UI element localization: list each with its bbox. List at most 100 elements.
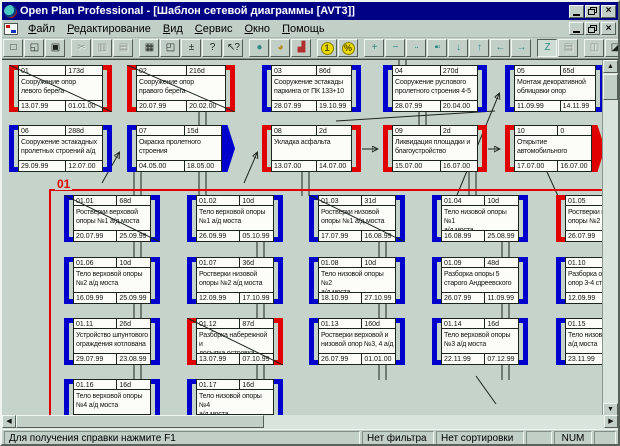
external-window-button[interactable]: ◪ bbox=[605, 39, 620, 57]
move-down-icon: ↓ bbox=[456, 43, 460, 53]
task-box[interactable]: 0715dОкраска пролетного строения04.05.00… bbox=[127, 125, 235, 172]
bracket-left-icon bbox=[64, 318, 73, 365]
task-start-date: 20.07.99 bbox=[137, 101, 187, 111]
cut-icon: ✂ bbox=[77, 43, 84, 53]
title-bar: Open Plan Professional - [Шаблон сетевой… bbox=[2, 2, 618, 20]
task-name: Ростверки низовой опоры №1 а/д моста bbox=[319, 206, 395, 230]
update-button[interactable]: ± bbox=[181, 39, 201, 57]
document-icon[interactable] bbox=[4, 23, 18, 35]
vertical-scrollbar[interactable]: ▲ ▼ bbox=[603, 60, 618, 416]
task-start-date: 16.09.99 bbox=[74, 293, 117, 303]
task-id: 01.14 bbox=[442, 319, 485, 328]
task-box[interactable]: 01.1416dТело верховой опоры №3 а/д моста… bbox=[432, 318, 528, 365]
task-box[interactable]: 01.15Тело низовой опоры а/д моста23.11.9… bbox=[556, 318, 603, 365]
vertical-scroll-thumb[interactable] bbox=[603, 74, 618, 100]
move-down-button[interactable]: ↓ bbox=[448, 39, 468, 57]
task-box[interactable]: 01.0168dРостверки верховой опоры №1 а/д … bbox=[64, 195, 160, 242]
task-box[interactable]: 092dЛиквидация площадки и благоустройств… bbox=[383, 125, 487, 172]
task-box[interactable]: 01.0210dТело верховой опоры №1 а/д моста… bbox=[187, 195, 283, 242]
copy-button: ▥ bbox=[92, 39, 112, 57]
task-box[interactable]: 01.0948dРазборка опоры 5 старого Андреев… bbox=[432, 257, 528, 304]
task-box[interactable]: 01.1616dТело верховой опоры №4 а/д моста… bbox=[64, 379, 160, 415]
histogram-button[interactable]: ▟ bbox=[291, 39, 311, 57]
task-body: 01.1416dТело верховой опоры №3 а/д моста… bbox=[441, 318, 519, 365]
save-button[interactable]: ▣ bbox=[45, 39, 65, 57]
menu-service[interactable]: Сервис bbox=[189, 22, 239, 36]
task-box[interactable]: 0386dСооружение эстакады паркинга от ПК … bbox=[262, 65, 361, 112]
task-duration: 68d bbox=[117, 196, 150, 205]
select-tool-button[interactable]: ● bbox=[249, 39, 269, 57]
link-button[interactable]: ∙∙ bbox=[406, 39, 426, 57]
scroll-up-button[interactable]: ▲ bbox=[603, 60, 618, 73]
menu-window[interactable]: Окно bbox=[238, 22, 276, 36]
menu-edit[interactable]: Редактирование bbox=[61, 22, 157, 36]
task-box[interactable]: 01.10Разборка оставшихся опор 3-4 старог… bbox=[556, 257, 603, 304]
restore-button[interactable] bbox=[585, 5, 600, 18]
unlink-button[interactable]: ▪▫ bbox=[427, 39, 447, 57]
task-start-date: 26.07.99 bbox=[319, 354, 362, 364]
print-preview-button[interactable]: ◰ bbox=[160, 39, 180, 57]
task-box[interactable]: 01.0736dРостверки низовой опоры №2 а/д м… bbox=[187, 257, 283, 304]
task-duration: 0 bbox=[558, 126, 591, 135]
horizontal-scrollbar[interactable]: ◀ ▶ bbox=[2, 415, 618, 429]
horizontal-scroll-thumb[interactable] bbox=[16, 415, 264, 428]
task-box[interactable]: 082dУкладка асфальта13.07.0014.07.00 bbox=[262, 125, 361, 172]
print-preview-icon: ◰ bbox=[166, 43, 174, 53]
bracket-left-icon bbox=[262, 65, 271, 112]
task-box[interactable]: 01.0331dРостверки низовой опоры №1 а/д м… bbox=[309, 195, 405, 242]
close-button[interactable]: × bbox=[601, 5, 616, 18]
task-box[interactable]: 06288dСооружение эстакадных пролетных ст… bbox=[9, 125, 112, 172]
task-box[interactable]: 04270dСооружение руслового пролетного ст… bbox=[383, 65, 487, 112]
task-box[interactable]: 01.1126dУстройство шпунтового ограждения… bbox=[64, 318, 160, 365]
task-finish-date: 25.09.99 bbox=[117, 231, 150, 241]
task-box[interactable]: 01.0410dТело низовой опоры №1 а/д моста1… bbox=[432, 195, 528, 242]
cost-button[interactable]: 1 bbox=[317, 39, 337, 57]
task-box[interactable]: 01.1716dТело низовой опоры №4 а/д моста2… bbox=[187, 379, 283, 415]
move-left-icon: ← bbox=[496, 43, 505, 53]
child-restore-button[interactable] bbox=[585, 22, 600, 35]
context-help-button[interactable]: ↖? bbox=[223, 39, 243, 57]
child-minimize-button[interactable] bbox=[569, 22, 584, 35]
move-right-button[interactable]: → bbox=[511, 39, 531, 57]
add-activity-button[interactable]: + bbox=[364, 39, 384, 57]
task-box[interactable]: 100Открытие автомобильного17.07.0016.07.… bbox=[505, 125, 603, 172]
menu-file[interactable]: Файл bbox=[22, 22, 61, 36]
task-box[interactable]: 01.13160dРостверки верховой и низовой оп… bbox=[309, 318, 405, 365]
task-finish-date: 17.10.99 bbox=[240, 293, 273, 303]
scroll-right-button[interactable]: ▶ bbox=[604, 415, 618, 428]
task-body: 01.0410dТело низовой опоры №1 а/д моста1… bbox=[441, 195, 519, 242]
task-box[interactable]: 01.1287dРазборка набережной и досыпка ос… bbox=[187, 318, 283, 365]
task-box[interactable]: 02216dСооружение опор правого берега20.0… bbox=[127, 65, 235, 112]
time-analysis-button[interactable]: ◕ bbox=[270, 39, 290, 57]
bracket-left-icon bbox=[556, 195, 565, 242]
scroll-left-button[interactable]: ◀ bbox=[2, 415, 16, 428]
menu-help[interactable]: Помощь bbox=[276, 22, 331, 36]
open-button[interactable]: ◱ bbox=[24, 39, 44, 57]
new-button[interactable]: □ bbox=[3, 39, 23, 57]
delete-activity-button[interactable]: − bbox=[385, 39, 405, 57]
percent-complete-button[interactable]: % bbox=[338, 39, 358, 57]
task-name: Тело верховой опоры №1 а/д моста bbox=[197, 206, 273, 230]
task-box[interactable]: 01173dСооружение опор левого берега13.07… bbox=[9, 65, 112, 112]
task-start-date: 11.09.99 bbox=[515, 101, 561, 111]
minimize-button[interactable] bbox=[569, 5, 584, 18]
task-duration: 16d bbox=[117, 380, 150, 389]
print-icon: ▦ bbox=[145, 43, 153, 53]
child-close-button[interactable]: × bbox=[601, 22, 616, 35]
task-id: 01.12 bbox=[197, 319, 240, 328]
task-id: 08 bbox=[272, 126, 317, 135]
move-up-button[interactable]: ↑ bbox=[469, 39, 489, 57]
task-duration: 216d bbox=[187, 66, 225, 75]
task-box[interactable]: 0565dМонтаж декоративной облицовки опор1… bbox=[505, 65, 603, 112]
menu-view[interactable]: Вид bbox=[157, 22, 189, 36]
move-left-button[interactable]: ← bbox=[490, 39, 510, 57]
task-finish-date: 27.10.99 bbox=[362, 293, 395, 303]
help-button[interactable]: ? bbox=[202, 39, 222, 57]
task-box[interactable]: 01.0810dТело низовой опоры №2 а/д моста1… bbox=[309, 257, 405, 304]
task-box[interactable]: 01.0610dТело верховой опоры №2 а/д моста… bbox=[64, 257, 160, 304]
task-body: 01.13160dРостверки верховой и низовой оп… bbox=[318, 318, 396, 365]
print-button[interactable]: ▦ bbox=[139, 39, 159, 57]
bracket-right-icon bbox=[519, 318, 528, 365]
task-box[interactable]: 01.05Ростверки верховой опоры №2 а/д мос… bbox=[556, 195, 603, 242]
zigzag-layout-button[interactable]: Z bbox=[537, 39, 557, 57]
